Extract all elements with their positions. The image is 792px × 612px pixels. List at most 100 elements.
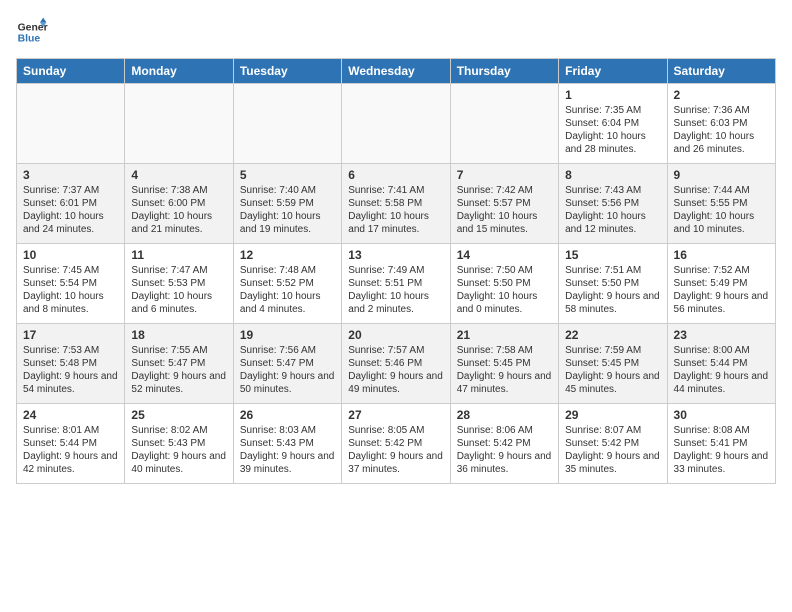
col-header-wednesday: Wednesday (342, 59, 450, 84)
cell-info-line: Daylight: 9 hours and 37 minutes. (348, 450, 443, 476)
calendar-cell: 21Sunrise: 7:58 AMSunset: 5:45 PMDayligh… (450, 324, 558, 404)
col-header-thursday: Thursday (450, 59, 558, 84)
cell-info-line: Sunset: 5:42 PM (565, 437, 660, 450)
cell-info-line: Daylight: 10 hours and 4 minutes. (240, 290, 335, 316)
cell-info-line: Sunset: 5:48 PM (23, 357, 118, 370)
week-row-4: 17Sunrise: 7:53 AMSunset: 5:48 PMDayligh… (17, 324, 776, 404)
cell-info-line: Sunrise: 7:49 AM (348, 264, 443, 277)
calendar-cell: 13Sunrise: 7:49 AMSunset: 5:51 PMDayligh… (342, 244, 450, 324)
cell-info-line: Sunset: 5:47 PM (131, 357, 226, 370)
calendar-cell: 3Sunrise: 7:37 AMSunset: 6:01 PMDaylight… (17, 164, 125, 244)
col-header-saturday: Saturday (667, 59, 775, 84)
cell-info-line: Daylight: 9 hours and 45 minutes. (565, 370, 660, 396)
day-number: 26 (240, 408, 335, 422)
week-row-1: 1Sunrise: 7:35 AMSunset: 6:04 PMDaylight… (17, 84, 776, 164)
calendar-cell: 16 Sunrise: 7:52 AMSunset: 5:49 PMDayligh… (667, 244, 775, 324)
cell-info-line: Sunrise: 7:43 AM (565, 184, 660, 197)
cell-info-line: Daylight: 9 hours and 44 minutes. (674, 370, 769, 396)
cell-info-line: Sunrise: 7:59 AM (565, 344, 660, 357)
cell-info-line: Sunset: 5:44 PM (23, 437, 118, 450)
cell-info-line: Sunset: 5:46 PM (348, 357, 443, 370)
calendar-cell: 19Sunrise: 7:56 AMSunset: 5:47 PMDayligh… (233, 324, 341, 404)
cell-info-line: Sunrise: 8:00 AM (674, 344, 769, 357)
cell-info-line: Daylight: 9 hours and 39 minutes. (240, 450, 335, 476)
day-number: 3 (23, 168, 118, 182)
calendar-cell (233, 84, 341, 164)
cell-info-line: Sunrise: 7:40 AM (240, 184, 335, 197)
cell-info-line: Sunset: 5:42 PM (348, 437, 443, 450)
cell-info-line: Sunrise: 7:52 AM (674, 264, 769, 277)
day-number: 20 (348, 328, 443, 342)
calendar-cell: 10Sunrise: 7:45 AMSunset: 5:54 PMDayligh… (17, 244, 125, 324)
cell-info-line: Sunrise: 8:07 AM (565, 424, 660, 437)
cell-info-line: Daylight: 9 hours and 58 minutes. (565, 290, 660, 316)
day-number: 23 (674, 328, 769, 342)
cell-info-line: Sunrise: 7:42 AM (457, 184, 552, 197)
cell-info-line: Sunset: 5:42 PM (457, 437, 552, 450)
day-number: 6 (348, 168, 443, 182)
cell-info-line: Daylight: 10 hours and 0 minutes. (457, 290, 552, 316)
calendar-cell: 8Sunrise: 7:43 AMSunset: 5:56 PMDaylight… (559, 164, 667, 244)
calendar-cell: 26Sunrise: 8:03 AMSunset: 5:43 PMDayligh… (233, 404, 341, 484)
cell-info-line: Daylight: 9 hours and 35 minutes. (565, 450, 660, 476)
day-number: 29 (565, 408, 660, 422)
cell-info-line: Sunset: 5:50 PM (457, 277, 552, 290)
day-number: 5 (240, 168, 335, 182)
day-number: 8 (565, 168, 660, 182)
cell-info-line: Sunset: 6:01 PM (23, 197, 118, 210)
cell-info-line: Sunset: 5:52 PM (240, 277, 335, 290)
day-number: 1 (565, 88, 660, 102)
calendar-cell: 18Sunrise: 7:55 AMSunset: 5:47 PMDayligh… (125, 324, 233, 404)
day-number: 11 (131, 248, 226, 262)
cell-info-line: Sunset: 5:41 PM (674, 437, 769, 450)
calendar-cell: 6 Sunrise: 7:41 AMSunset: 5:58 PMDaylight… (342, 164, 450, 244)
day-number: 12 (240, 248, 335, 262)
cell-info-line: Sunrise: 7:50 AM (457, 264, 552, 277)
calendar-cell (450, 84, 558, 164)
cell-info-line: Daylight: 9 hours and 56 minutes. (674, 290, 769, 316)
cell-info-line: Sunrise: 8:08 AM (674, 424, 769, 437)
cell-info-line: Sunrise: 7:35 AM (565, 104, 660, 117)
calendar-cell: 15Sunrise: 7:51 AMSunset: 5:50 PMDayligh… (559, 244, 667, 324)
cell-info-line: Sunset: 5:58 PM (348, 197, 443, 210)
cell-info-line: Daylight: 9 hours and 33 minutes. (674, 450, 769, 476)
cell-info-line: Daylight: 9 hours and 47 minutes. (457, 370, 552, 396)
week-row-5: 24 Sunrise: 8:01 AMSunset: 5:44 PM Dayligh… (17, 404, 776, 484)
cell-info-line: Daylight: 10 hours and 17 minutes. (348, 210, 443, 236)
day-number: 24 (23, 408, 118, 422)
calendar-cell: 25Sunrise: 8:02 AMSunset: 5:43 PMDayligh… (125, 404, 233, 484)
day-number: 18 (131, 328, 226, 342)
day-number: 17 (23, 328, 118, 342)
cell-info-line: Sunset: 5:45 PM (457, 357, 552, 370)
cell-info-line: Daylight: 9 hours and 54 minutes. (23, 370, 118, 396)
cell-info-line: Sunset: 5:45 PM (565, 357, 660, 370)
cell-info-line: Sunset: 5:47 PM (240, 357, 335, 370)
cell-info-line: Sunrise: 8:01 AM (23, 424, 118, 437)
day-number: 16 (674, 248, 769, 262)
cell-info-line: Daylight: 10 hours and 6 minutes. (131, 290, 226, 316)
cell-info-line: Sunset: 5:57 PM (457, 197, 552, 210)
calendar-cell (125, 84, 233, 164)
week-row-2: 3Sunrise: 7:37 AMSunset: 6:01 PMDaylight… (17, 164, 776, 244)
day-number: 21 (457, 328, 552, 342)
cell-info-line: Sunset: 5:51 PM (348, 277, 443, 290)
cell-info-line: Sunset: 5:49 PM (674, 277, 769, 290)
cell-info-line: Sunrise: 7:44 AM (674, 184, 769, 197)
calendar-cell: 30Sunrise: 8:08 AMSunset: 5:41 PMDayligh… (667, 404, 775, 484)
day-number: 22 (565, 328, 660, 342)
cell-info-line: Sunset: 6:04 PM (565, 117, 660, 130)
calendar-cell: 17Sunrise: 7:53 AMSunset: 5:48 PMDayligh… (17, 324, 125, 404)
col-header-sunday: Sunday (17, 59, 125, 84)
day-number: 15 (565, 248, 660, 262)
calendar-cell: 22 Sunrise: 7:59 AMSunset: 5:45 PMDayligh… (559, 324, 667, 404)
cell-info-line: Daylight: 9 hours and 52 minutes. (131, 370, 226, 396)
cell-info-line: Sunrise: 7:56 AM (240, 344, 335, 357)
cell-info-line: Sunrise: 7:41 AM (348, 184, 443, 197)
cell-info-line: Sunrise: 7:57 AM (348, 344, 443, 357)
cell-info-line: Sunrise: 7:48 AM (240, 264, 335, 277)
week-row-3: 10Sunrise: 7:45 AMSunset: 5:54 PMDayligh… (17, 244, 776, 324)
cell-info-line: Sunset: 5:55 PM (674, 197, 769, 210)
calendar-cell (17, 84, 125, 164)
calendar-cell: 2Sunrise: 7:36 AMSunset: 6:03 PMDaylight… (667, 84, 775, 164)
calendar-cell: 5Sunrise: 7:40 AMSunset: 5:59 PMDaylight… (233, 164, 341, 244)
